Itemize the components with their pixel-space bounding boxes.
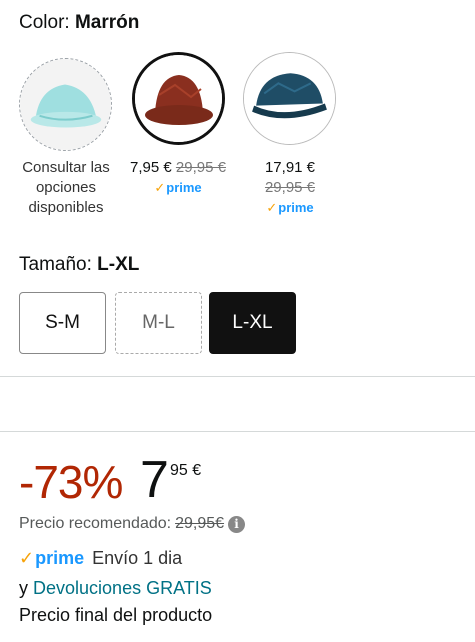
price-fraction: 95 € — [170, 462, 202, 479]
swatch-brown-hat[interactable] — [132, 52, 225, 145]
navy-cap-image — [244, 53, 335, 144]
color-selection-label: Color: Marrón — [19, 12, 139, 34]
swatch-light-blue-hat[interactable] — [19, 58, 112, 151]
size-selection-label: Tamaño: L-XL — [19, 254, 139, 276]
option-brown-old-price: 29,95 € — [175, 159, 226, 176]
returns-prefix: y — [19, 578, 34, 598]
size-value: L-XL — [97, 254, 140, 275]
prime-check-icon: ✓ — [19, 548, 35, 568]
prime-badge: ✓ prime — [154, 178, 201, 198]
info-icon[interactable]: i — [228, 515, 246, 533]
option-unavailable-text: Consultar las opciones disponibles — [22, 159, 110, 216]
swatch-navy-cap[interactable] — [243, 52, 336, 145]
final-price-label: Precio final del producto — [19, 605, 213, 625]
light-blue-hat-image — [20, 59, 111, 150]
brown-hat-image — [135, 55, 222, 142]
color-label: Color: — [19, 12, 70, 33]
discount-percentage: -73% — [19, 456, 123, 508]
prime-check-icon: ✓ — [266, 200, 278, 215]
size-button-s-m[interactable]: S-M — [19, 292, 106, 354]
size-button-m-l[interactable]: M-L — [115, 292, 202, 354]
returns-row: y Devoluciones GRATIS — [19, 578, 212, 599]
recommended-price-value: 29,95€ — [175, 515, 225, 532]
divider — [0, 376, 475, 377]
recommended-price-label: Precio recomendado: — [19, 515, 172, 532]
shipping-text: Envío 1 dia — [92, 548, 183, 568]
color-value: Marrón — [74, 12, 140, 33]
divider — [0, 431, 475, 432]
size-button-l-xl[interactable]: L-XL — [209, 292, 296, 354]
prime-badge: ✓ prime — [266, 198, 313, 218]
option-navy-pricing: 17,91 € 29,95 € ✓ prime — [238, 158, 342, 218]
prime-check-icon: ✓ — [154, 180, 166, 195]
option-brown-pricing: 7,95 € 29,95 € ✓ prime — [120, 158, 236, 198]
free-returns-link[interactable]: Devoluciones GRATIS — [33, 578, 212, 598]
size-label: Tamaño: — [19, 254, 92, 275]
option-navy-price: 17,91 € — [264, 159, 316, 176]
option-brown-price: 7,95 € — [130, 159, 172, 176]
shipping-row: ✓ prime Envío 1 dia — [19, 548, 182, 569]
recommended-price-row: Precio recomendado: 29,95€ i — [19, 515, 246, 533]
price-whole: 7 — [140, 451, 169, 509]
option-navy-old-price: 29,95 € — [264, 179, 316, 196]
prime-badge: ✓ prime — [19, 548, 85, 568]
